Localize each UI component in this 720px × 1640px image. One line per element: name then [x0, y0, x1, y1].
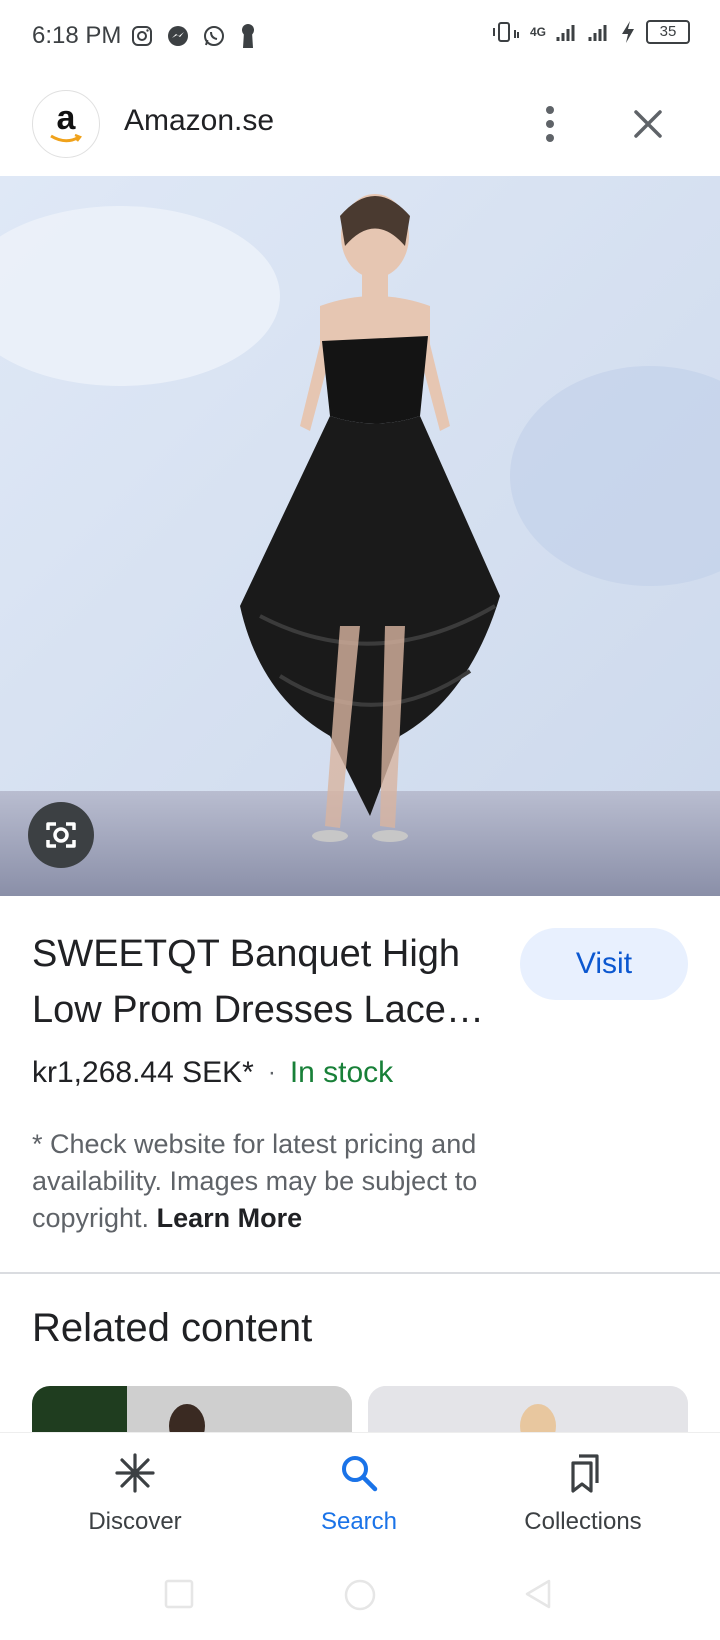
charging-icon — [622, 21, 634, 43]
product-price: kr1,268.44 SEK* — [32, 1056, 254, 1089]
system-navigation-bar — [0, 1560, 720, 1640]
system-status-icons: 4G 35 — [490, 20, 690, 44]
battery-icon: 35 — [646, 20, 690, 44]
more-options-button[interactable] — [530, 96, 570, 152]
whatsapp-icon — [204, 26, 224, 46]
home-circle-icon[interactable] — [343, 1578, 377, 1612]
messenger-icon — [168, 26, 188, 46]
signal-strength-icon — [556, 25, 575, 41]
lens-camera-icon — [46, 822, 76, 848]
app-top-bar: a Amazon.se — [0, 72, 720, 176]
nav-label: Discover — [88, 1508, 182, 1535]
vibrate-icon — [492, 22, 519, 42]
recents-square-icon[interactable] — [163, 1578, 195, 1610]
learn-more-link[interactable]: Learn More — [157, 1203, 303, 1233]
pricing-disclaimer: * Check website for latest pricing and a… — [32, 1126, 502, 1237]
back-triangle-icon[interactable] — [522, 1578, 554, 1610]
section-divider — [0, 1272, 720, 1274]
nav-label: Search — [320, 1508, 398, 1535]
product-photo-illustration — [0, 176, 720, 896]
related-content-heading: Related content — [32, 1306, 313, 1350]
instagram-icon — [132, 26, 152, 46]
amazon-logo: a — [32, 90, 100, 158]
status-time: 6:18 PM — [32, 22, 122, 49]
signal-strength-2-icon — [588, 25, 607, 41]
bottom-navigation: Discover Search Collections — [0, 1432, 720, 1545]
network-type: 4G — [529, 25, 546, 39]
site-name: Amazon.se — [124, 104, 275, 137]
battery-level: 35 — [659, 23, 677, 40]
search-icon — [342, 1456, 378, 1492]
nav-discover[interactable]: Discover — [35, 1451, 235, 1536]
stock-status: In stock — [289, 1056, 394, 1089]
more-vert-icon — [546, 106, 554, 142]
notification-icons — [130, 22, 258, 50]
close-icon — [634, 110, 662, 138]
product-title[interactable]: SWEETQT Banquet High Low Prom Dresses La… — [32, 926, 492, 1038]
close-button[interactable] — [620, 96, 676, 152]
product-image[interactable] — [0, 176, 720, 896]
nav-search[interactable]: Search — [259, 1451, 459, 1536]
price-row: kr1,268.44 SEK* · In stock — [32, 1056, 393, 1090]
discover-asterisk-icon — [115, 1453, 155, 1493]
nav-collections[interactable]: Collections — [483, 1451, 683, 1536]
keyhole-icon — [242, 24, 254, 48]
separator-dot: · — [267, 1059, 276, 1086]
google-lens-button[interactable] — [28, 802, 94, 868]
smile-arrow-icon — [50, 133, 82, 143]
status-bar: 6:18 PM 4G 35 — [0, 0, 720, 72]
nav-label: Collections — [524, 1508, 642, 1535]
collections-bookmark-icon — [571, 1454, 599, 1493]
visit-button[interactable]: Visit — [520, 928, 688, 1000]
